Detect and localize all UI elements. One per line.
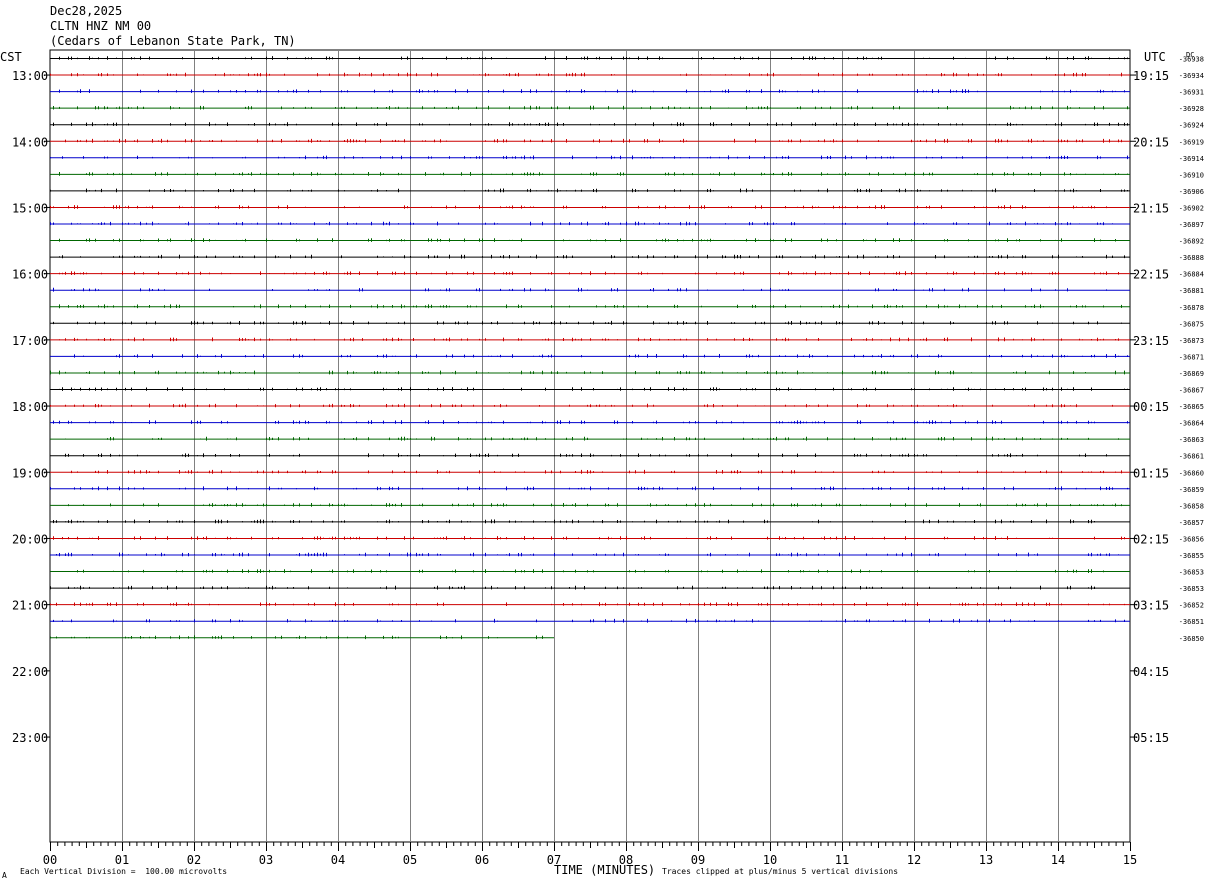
cst-hour-label: 17:00 — [12, 334, 48, 348]
utc-hour-label: 21:15 — [1133, 201, 1169, 215]
helicorder-plot: CST UTC DC TIME (MINUTES) 00 01 02 03 04 05 06… — [0, 49, 1204, 877]
left-zone-label: CST — [0, 50, 22, 64]
dc-offset-label: -36863 — [1179, 436, 1204, 444]
dc-offset-label: -36878 — [1179, 304, 1204, 312]
scale-note: Each Vertical Division = 100.00 microvol… — [20, 867, 228, 876]
dc-offset-label: -36897 — [1179, 221, 1204, 229]
dc-offset-label: -36902 — [1179, 204, 1204, 212]
dc-offset-label: -36892 — [1179, 238, 1204, 246]
x-tick-label: 04 — [331, 853, 345, 867]
dc-offset-label: -36858 — [1179, 502, 1204, 510]
cst-hour-label: 22:00 — [12, 665, 48, 679]
utc-hour-label: 23:15 — [1133, 334, 1169, 348]
cst-hour-label: 16:00 — [12, 268, 48, 282]
cst-hour-label: 18:00 — [12, 400, 48, 414]
dc-offset-label: -36867 — [1179, 387, 1204, 395]
x-tick-label: 12 — [907, 853, 921, 867]
dc-offset-label: -36857 — [1179, 519, 1204, 527]
x-axis-title: TIME (MINUTES) — [554, 863, 655, 877]
dc-offset-label: -36910 — [1179, 171, 1204, 179]
x-tick-label: 06 — [475, 853, 489, 867]
x-tick-label: 01 — [115, 853, 129, 867]
utc-hour-label: 00:15 — [1133, 400, 1169, 414]
utc-hour-label: 19:15 — [1133, 69, 1169, 83]
dc-offset-label: -36928 — [1179, 105, 1204, 113]
dc-offset-label: -36860 — [1179, 469, 1204, 477]
x-tick-label: 14 — [1051, 853, 1065, 867]
dc-offset-label: -36884 — [1179, 271, 1204, 279]
x-tick-label: 08 — [619, 853, 633, 867]
utc-hour-label: 04:15 — [1133, 665, 1169, 679]
trace-noise — [50, 155, 1128, 160]
dc-offset-label: -36875 — [1179, 320, 1204, 328]
cst-hour-label: 21:00 — [12, 599, 48, 613]
x-tick-label: 00 — [43, 853, 57, 867]
utc-hour-label: 05:15 — [1133, 731, 1169, 745]
dc-offset-label: -36906 — [1179, 188, 1204, 196]
cst-hour-label: 23:00 — [12, 731, 48, 745]
dc-offset-label: -36919 — [1179, 138, 1204, 146]
dc-offset-label: -36931 — [1179, 89, 1204, 97]
dc-offset-label: -36873 — [1179, 337, 1204, 345]
cst-hour-label: 15:00 — [12, 201, 48, 215]
utc-hour-label: 02:15 — [1133, 532, 1169, 546]
x-tick-label: 13 — [979, 853, 993, 867]
cst-hour-label: 13:00 — [12, 69, 48, 83]
x-tick-label: 03 — [259, 853, 273, 867]
dc-offset-label: -36856 — [1179, 535, 1204, 543]
x-tick-label: 15 — [1123, 853, 1137, 867]
cst-hour-label: 14:00 — [12, 135, 48, 149]
x-tick-label: 09 — [691, 853, 705, 867]
dc-offset-label: -36859 — [1179, 486, 1204, 494]
dc-offset-label: -36861 — [1179, 453, 1204, 461]
dc-offset-label: -36853 — [1179, 569, 1204, 577]
cst-hour-label: 20:00 — [12, 532, 48, 546]
dc-offset-label: -36852 — [1179, 602, 1204, 610]
right-zone-label: UTC — [1144, 50, 1166, 64]
dc-offset-label: -36850 — [1179, 635, 1204, 643]
dc-offset-label: -36938 — [1179, 56, 1204, 64]
utc-hour-label: 20:15 — [1133, 135, 1169, 149]
dc-offset-label: -36914 — [1179, 155, 1204, 163]
clip-note: Traces clipped at plus/minus 5 vertical … — [662, 867, 899, 876]
dc-offset-label: -36871 — [1179, 353, 1204, 361]
utc-hour-label: 03:15 — [1133, 599, 1169, 613]
corner-mark: A — [2, 871, 7, 880]
dc-offset-label: -36869 — [1179, 370, 1204, 378]
dc-offset-label: -36888 — [1179, 254, 1204, 262]
dc-offset-label: -36881 — [1179, 287, 1204, 295]
x-tick-label: 10 — [763, 853, 777, 867]
plot-frame — [49, 49, 1131, 843]
dc-offset-label: -36855 — [1179, 552, 1204, 560]
x-tick-label: 11 — [835, 853, 849, 867]
dc-offset-label: -36864 — [1179, 420, 1204, 428]
x-tick-label: 05 — [403, 853, 417, 867]
utc-hour-label: 22:15 — [1133, 268, 1169, 282]
dc-offset-label: -36924 — [1179, 122, 1204, 130]
dc-offset-label: -36853 — [1179, 585, 1204, 593]
dc-offset-label: -36934 — [1179, 72, 1204, 80]
x-tick-label: 07 — [547, 853, 561, 867]
cst-hour-label: 19:00 — [12, 466, 48, 480]
x-tick-label: 02 — [187, 853, 201, 867]
trace-noise — [50, 221, 1113, 226]
utc-hour-label: 01:15 — [1133, 466, 1169, 480]
dc-offset-label: -36865 — [1179, 403, 1204, 411]
dc-offset-label: -36851 — [1179, 618, 1204, 626]
